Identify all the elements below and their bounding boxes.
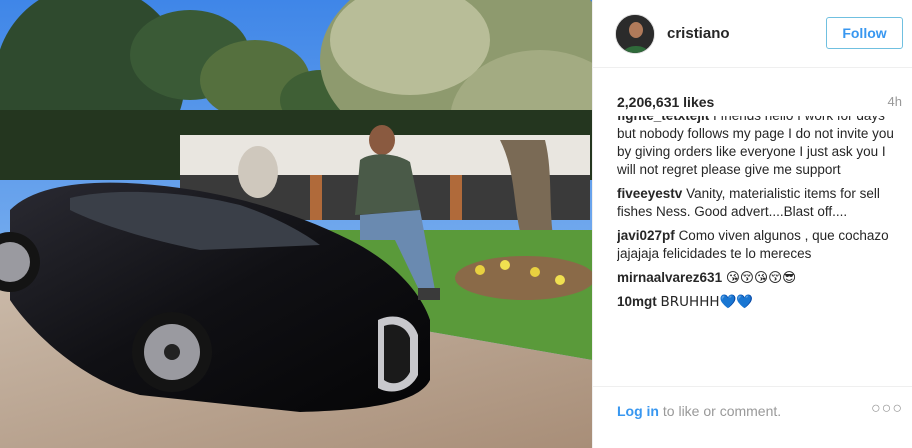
login-prompt-text: to like or comment. <box>659 403 782 419</box>
post-time: 4h <box>887 94 902 109</box>
comment-text: BRUHHH💙💙 <box>660 294 754 310</box>
comment-username[interactable]: fighte_tetxtejit <box>617 116 709 123</box>
instagram-post: cristiano Follow 2,206,631 likes 4h figh… <box>0 0 912 448</box>
comment-username[interactable]: fiveeyestv <box>617 186 682 201</box>
comments-list[interactable]: fighte_tetxtejit I friends hello I work … <box>617 116 897 380</box>
follow-button[interactable]: Follow <box>826 17 903 49</box>
comment-text: I friends hello I work for days but nobo… <box>617 116 894 177</box>
comment: mirnaalvarez631 😘😚😘😚😎 <box>617 269 897 287</box>
comment: fighte_tetxtejit I friends hello I work … <box>617 116 897 179</box>
comment: fiveeyestv Vanity, materialistic items f… <box>617 185 897 221</box>
avatar-image <box>616 15 654 53</box>
comment: javi027pf Como viven algunos , que cocha… <box>617 227 897 263</box>
post-footer: Log in to like or comment. ○○○ <box>593 386 912 448</box>
post-sidebar: cristiano Follow 2,206,631 likes 4h figh… <box>592 0 912 448</box>
login-prompt: Log in to like or comment. <box>617 403 781 419</box>
post-photo-image <box>0 0 592 448</box>
post-header: cristiano Follow <box>593 0 912 68</box>
avatar[interactable] <box>615 14 655 54</box>
comment-username[interactable]: 10mgt <box>617 294 657 309</box>
comment-username[interactable]: javi027pf <box>617 228 675 243</box>
ellipsis-icon[interactable]: ○○○ <box>871 400 903 418</box>
login-link[interactable]: Log in <box>617 403 659 419</box>
username[interactable]: cristiano <box>667 25 730 42</box>
comment-username[interactable]: mirnaalvarez631 <box>617 270 722 285</box>
comment: 10mgt BRUHHH💙💙 <box>617 293 897 311</box>
likes-count[interactable]: 2,206,631 likes <box>617 94 714 110</box>
comment-text: 😘😚😘😚😎 <box>725 270 797 286</box>
post-photo[interactable] <box>0 0 592 448</box>
